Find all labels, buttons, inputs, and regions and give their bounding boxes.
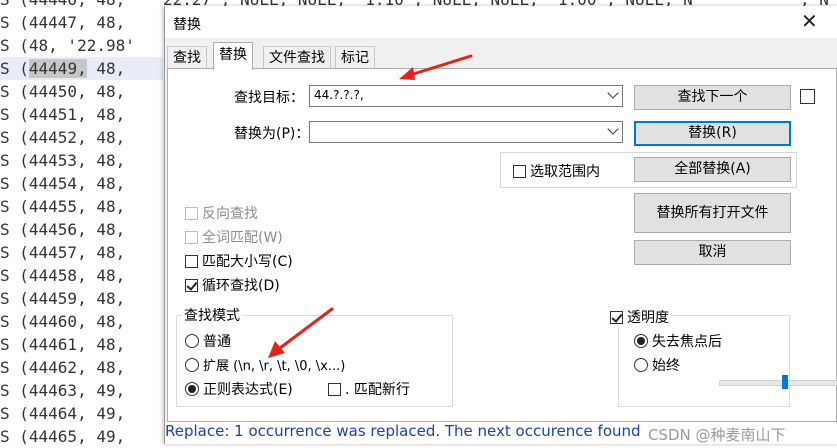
- find-next-option-checkbox[interactable]: [800, 89, 819, 104]
- find-value: 44.?.?.?,: [314, 88, 364, 102]
- radio-circle[interactable]: [634, 334, 648, 348]
- code-line: S (44449, 48,: [0, 57, 163, 80]
- tab-find[interactable]: 查找: [167, 46, 207, 69]
- find-next-button[interactable]: 查找下一个: [634, 85, 791, 110]
- code-line: S (44456, 48,: [0, 220, 126, 239]
- backward-checkbox[interactable]: 反向查找: [185, 203, 258, 223]
- cancel-button[interactable]: 取消: [634, 240, 791, 265]
- code-line: S (44452, 48,: [0, 128, 126, 147]
- transparency-label: 透明度: [627, 310, 669, 326]
- replace-input[interactable]: [309, 121, 623, 143]
- code-line: S (44458, 48,: [0, 266, 126, 285]
- find-label: 查找目标：: [234, 90, 304, 106]
- backward-label: 反向查找: [202, 206, 258, 222]
- code-line: S (44453, 48,: [0, 151, 126, 170]
- radio-circle[interactable]: [185, 334, 199, 348]
- replace-label: 替换为(P)：: [234, 126, 310, 142]
- transparency-slider[interactable]: [719, 380, 837, 386]
- tab-mark[interactable]: 标记: [335, 46, 375, 69]
- whole-word-checkbox[interactable]: 全词匹配(W): [185, 227, 283, 247]
- whole-word-label: 全词匹配(W): [202, 230, 283, 246]
- checkbox-box[interactable]: [185, 206, 198, 220]
- code-line: S (44451, 48,: [0, 105, 126, 124]
- replace-all-button[interactable]: 全部替换(A): [634, 157, 791, 182]
- slider-thumb[interactable]: [781, 375, 788, 389]
- mode-regex-label: 正则表达式(E): [203, 382, 293, 398]
- radio-circle[interactable]: [185, 382, 199, 396]
- replace-dialog: 替换 ✕ 查找 替换 文件查找 标记 查找目标： 44.?.?.?, 替换为(P…: [164, 6, 837, 444]
- always-label: 始终: [652, 358, 680, 374]
- find-input[interactable]: 44.?.?.?,: [309, 85, 623, 107]
- replace-all-open-files-button[interactable]: 替换所有打开文件: [634, 193, 791, 233]
- checkbox-box[interactable]: [185, 254, 198, 268]
- code-line: S (44457, 48,: [0, 243, 126, 262]
- code-line: S (44462, 48,: [0, 358, 126, 377]
- code-line: S (44459, 48,: [0, 289, 126, 308]
- wrap-around-checkbox[interactable]: 循环查找(D): [185, 275, 280, 295]
- chevron-down-icon[interactable]: [607, 87, 619, 99]
- tab-find-in-files[interactable]: 文件查找: [263, 46, 331, 69]
- mode-extended-radio[interactable]: 扩展 (\n, \r, \t, \0, \x...): [185, 355, 345, 374]
- checkbox-box[interactable]: [328, 382, 341, 396]
- close-icon[interactable]: ✕: [801, 10, 818, 32]
- tab-bar: 查找 替换 文件查找 标记: [165, 42, 837, 70]
- mode-normal-label: 普通: [203, 334, 231, 350]
- tab-replace[interactable]: 替换: [213, 42, 253, 70]
- match-case-checkbox[interactable]: 匹配大小写(C): [185, 251, 293, 271]
- dot-newline-checkbox[interactable]: . 匹配新行: [328, 379, 410, 399]
- search-mode-title: 查找模式: [182, 305, 242, 325]
- replace-panel: 查找目标： 44.?.?.?, 替换为(P)： 查找下一个 替换(R) 选取范围…: [167, 68, 837, 422]
- code-line: S (44465, 49,: [0, 427, 126, 446]
- status-message: Replace: 1 occurrence was replaced. The …: [165, 422, 641, 440]
- dialog-title: 替换: [173, 17, 201, 33]
- in-selection-checkbox[interactable]: 选取范围内: [513, 161, 600, 181]
- status-bar: Replace: 1 occurrence was replaced. The …: [165, 422, 837, 444]
- checkbox-box[interactable]: [610, 310, 623, 324]
- always-radio[interactable]: 始终: [634, 355, 680, 375]
- dot-newline-label: . 匹配新行: [345, 382, 410, 398]
- code-line: S (44450, 48,: [0, 82, 126, 101]
- in-selection-label: 选取范围内: [530, 164, 600, 180]
- watermark: CSDN @种麦南山下: [648, 426, 786, 444]
- code-line: S (44460, 48,: [0, 312, 126, 331]
- code-line: S (44461, 48,: [0, 335, 126, 354]
- code-line: S (48, '22.98': [0, 36, 135, 55]
- checkbox-box[interactable]: [513, 164, 526, 178]
- checkbox-box[interactable]: [800, 89, 815, 104]
- match-case-label: 匹配大小写(C): [202, 254, 293, 270]
- code-line: S (44447, 48,: [0, 13, 126, 32]
- code-line: S (44446, 48,: [0, 0, 125, 11]
- wrap-around-label: 循环查找(D): [202, 278, 280, 294]
- dialog-titlebar: 替换 ✕: [165, 6, 837, 38]
- on-lose-focus-label: 失去焦点后: [652, 334, 722, 350]
- code-line: S (44464, 49,: [0, 404, 126, 423]
- radio-circle[interactable]: [185, 357, 199, 372]
- code-line: S (44463, 49,: [0, 381, 126, 400]
- checkbox-box[interactable]: [185, 278, 198, 292]
- checkbox-box[interactable]: [185, 230, 198, 244]
- mode-normal-radio[interactable]: 普通: [185, 331, 231, 351]
- code-line: S (44455, 48,: [0, 197, 126, 216]
- mode-regex-radio[interactable]: 正则表达式(E): [185, 379, 293, 399]
- transparency-checkbox[interactable]: 透明度: [610, 307, 672, 327]
- on-lose-focus-radio[interactable]: 失去焦点后: [634, 331, 722, 351]
- radio-circle[interactable]: [634, 358, 648, 372]
- mode-extended-label: 扩展 (\n, \r, \t, \0, \x...): [203, 359, 346, 374]
- replace-button[interactable]: 替换(R): [634, 121, 791, 146]
- chevron-down-icon[interactable]: [607, 123, 619, 135]
- code-line: S (44454, 48,: [0, 174, 126, 193]
